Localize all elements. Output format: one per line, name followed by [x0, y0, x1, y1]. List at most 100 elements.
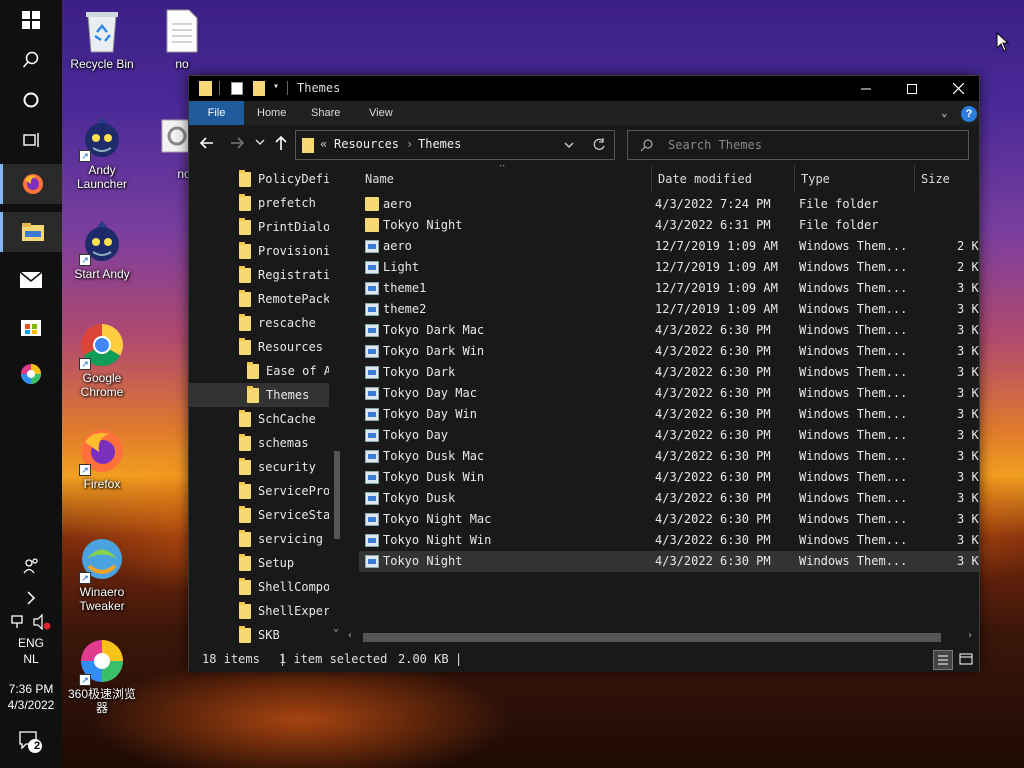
close-button[interactable] [935, 76, 981, 101]
refresh-button[interactable] [592, 137, 606, 154]
file-row[interactable]: theme1 12/7/2019 1:09 AM Windows Them... 3 … [359, 278, 979, 299]
file-row[interactable]: Tokyo Night 4/3/2022 6:30 PM Windows Them.… [359, 551, 979, 572]
file-size-cell: 3 K [957, 281, 979, 295]
file-row[interactable]: Tokyo Dark 4/3/2022 6:30 PM Windows Them..… [359, 362, 979, 383]
nav-tree-item[interactable]: Ease of Access Themes [189, 359, 329, 383]
desktop-icon-360-browser[interactable]: ↗ 360极速浏览器 [62, 638, 142, 715]
recent-locations-button[interactable] [255, 136, 265, 150]
tab-view[interactable]: View [359, 101, 403, 125]
up-button[interactable] [273, 135, 289, 154]
customize-quick-access-icon[interactable]: ▾ [273, 81, 279, 92]
taskbar-firefox[interactable] [0, 164, 62, 204]
minimize-button[interactable] [843, 76, 889, 101]
nav-tree-item[interactable]: ServiceProfiles [189, 479, 329, 503]
nav-tree-item[interactable]: ShellExperiences [189, 599, 329, 623]
search-button[interactable] [0, 40, 62, 80]
nav-tree-item[interactable]: RemotePackages [189, 287, 329, 311]
navigation-pane-scrollbar[interactable]: ⌄ [331, 165, 343, 645]
file-date-cell: 4/3/2022 6:30 PM [655, 407, 771, 421]
scrollbar-thumb[interactable] [334, 451, 340, 539]
desktop-icon-no-text[interactable]: no [142, 8, 222, 71]
nav-tree-item[interactable]: Themes [189, 383, 329, 407]
nav-tree-item[interactable]: Resources [189, 335, 329, 359]
nav-tree-item[interactable]: rescache [189, 311, 329, 335]
nav-tree-item[interactable]: servicing [189, 527, 329, 551]
large-icons-view-button[interactable] [957, 650, 977, 670]
back-button[interactable] [199, 135, 215, 154]
search-box[interactable]: Search Themes [627, 130, 969, 160]
start-button[interactable] [0, 0, 62, 40]
file-row[interactable]: Tokyo Dusk Mac 4/3/2022 6:30 PM Windows Th… [359, 446, 979, 467]
breadcrumb-item-themes[interactable]: Themes [418, 137, 461, 151]
nav-tree-item[interactable]: SKB [189, 623, 329, 645]
scrollbar-thumb[interactable] [363, 633, 941, 642]
file-row[interactable]: Tokyo Dusk 4/3/2022 6:30 PM Windows Them..… [359, 488, 979, 509]
file-row[interactable]: Tokyo Day Mac 4/3/2022 6:30 PM Windows The… [359, 383, 979, 404]
address-dropdown-button[interactable] [564, 139, 574, 153]
nav-tree-item[interactable]: PrintDialog [189, 215, 329, 239]
help-button[interactable]: ? [961, 106, 977, 122]
tab-file[interactable]: File [189, 101, 244, 125]
properties-quick-access-icon[interactable] [231, 82, 243, 95]
nav-tree-item[interactable]: prefetch [189, 191, 329, 215]
file-row[interactable]: Tokyo Dusk Win 4/3/2022 6:30 PM Windows Th… [359, 467, 979, 488]
desktop-icon-no-settings[interactable]: no [142, 118, 192, 181]
title-bar[interactable]: ▾ Themes [189, 76, 979, 101]
nav-tree-item[interactable]: ShellComponents [189, 575, 329, 599]
nav-tree-item[interactable]: Provisioning [189, 239, 329, 263]
scroll-left-button[interactable]: ‹ [347, 630, 353, 641]
file-row[interactable]: Tokyo Day Win 4/3/2022 6:30 PM Windows The… [359, 404, 979, 425]
file-row[interactable]: aero 12/7/2019 1:09 AM Windows Them... 2 K [359, 236, 979, 257]
file-row[interactable]: Tokyo Dark Mac 4/3/2022 6:30 PM Windows Th… [359, 320, 979, 341]
column-header-date-modified[interactable]: Date modified [652, 165, 795, 193]
desktop-icon-andy-launcher[interactable]: ↗ Andy Launcher [62, 114, 142, 191]
taskbar-mail[interactable] [0, 260, 62, 300]
column-header-name[interactable]: Name [359, 165, 652, 193]
address-bar[interactable]: « Resources › Themes [295, 130, 615, 160]
taskbar-file-explorer[interactable] [0, 212, 62, 252]
nav-tree-item[interactable]: Registration [189, 263, 329, 287]
nav-tree-item[interactable]: PolicyDefinitions [189, 167, 329, 191]
file-list-horizontal-scrollbar[interactable]: ‹ › [343, 629, 979, 645]
task-view-button[interactable] [0, 120, 62, 160]
details-view-button[interactable] [933, 650, 953, 670]
language-indicator[interactable]: ENG NL [0, 636, 62, 666]
forward-button[interactable] [229, 135, 245, 154]
desktop-icon-google-chrome[interactable]: ↗ Google Chrome [62, 322, 142, 399]
file-row[interactable]: Tokyo Dark Win 4/3/2022 6:30 PM Windows Th… [359, 341, 979, 362]
breadcrumb-overflow[interactable]: « [320, 137, 327, 151]
scroll-down-button[interactable]: ⌄ [333, 623, 339, 634]
action-center-button[interactable]: 2 [0, 722, 62, 762]
tab-share[interactable]: Share [301, 101, 350, 125]
desktop-icon-start-andy[interactable]: ↗ Start Andy [62, 218, 142, 281]
taskbar-360-browser[interactable] [0, 354, 62, 394]
file-row[interactable]: Tokyo Night 4/3/2022 6:31 PM File folder [359, 215, 979, 236]
desktop-icon-recycle-bin[interactable]: Recycle Bin [62, 8, 142, 71]
column-header-type[interactable]: Type [795, 165, 915, 193]
file-size-cell: 3 K [957, 512, 979, 526]
file-row[interactable]: Tokyo Day 4/3/2022 6:30 PM Windows Them...… [359, 425, 979, 446]
clock[interactable]: 7:36 PM 4/3/2022 [0, 682, 62, 712]
file-row[interactable]: Tokyo Night Win 4/3/2022 6:30 PM Windows T… [359, 530, 979, 551]
nav-tree-item[interactable]: security [189, 455, 329, 479]
maximize-button[interactable] [889, 76, 935, 101]
taskbar-store[interactable] [0, 306, 62, 346]
nav-tree-item[interactable]: SchCache [189, 407, 329, 431]
nav-tree-item[interactable]: schemas [189, 431, 329, 455]
desktop-icon-firefox[interactable]: ↗ Firefox [62, 428, 142, 491]
new-folder-quick-access-icon[interactable] [253, 81, 265, 96]
nav-tree-item[interactable]: ServiceState [189, 503, 329, 527]
file-row[interactable]: Tokyo Night Mac 4/3/2022 6:30 PM Windows T… [359, 509, 979, 530]
file-row[interactable]: aero 4/3/2022 7:24 PM File folder [359, 194, 979, 215]
expand-ribbon-button[interactable]: ⌄ [941, 106, 948, 119]
tab-home[interactable]: Home [247, 101, 296, 125]
breadcrumb-item-resources[interactable]: Resources [334, 137, 399, 151]
scroll-right-button[interactable]: › [967, 630, 973, 641]
column-header-size[interactable]: Size [915, 165, 979, 193]
file-row[interactable]: Light 12/7/2019 1:09 AM Windows Them... 2 K [359, 257, 979, 278]
desktop-icon-winaero-tweaker[interactable]: ↗ Winaero Tweaker [62, 536, 142, 613]
file-name-cell: Tokyo Dusk Win [383, 470, 485, 484]
cortana-button[interactable] [0, 80, 62, 120]
nav-tree-item[interactable]: Setup [189, 551, 329, 575]
file-row[interactable]: theme2 12/7/2019 1:09 AM Windows Them... 3 … [359, 299, 979, 320]
